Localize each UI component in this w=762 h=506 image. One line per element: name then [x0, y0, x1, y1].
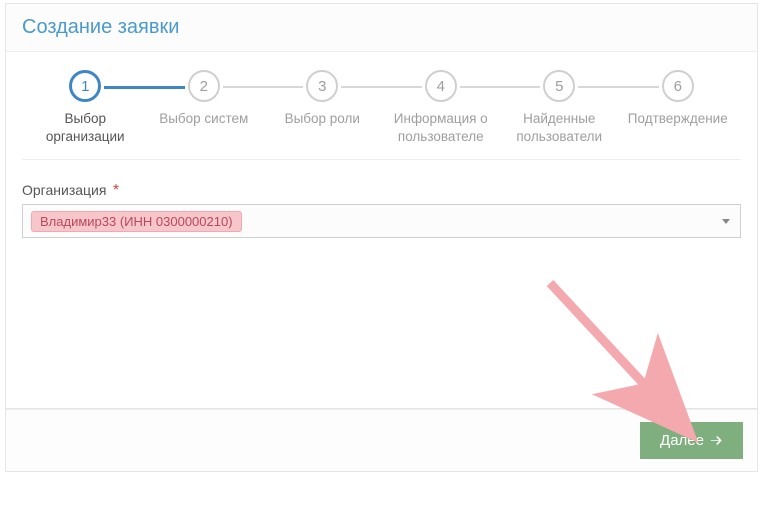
required-mark: * — [113, 182, 119, 199]
step-4[interactable]: 4 Информация о пользователе — [382, 70, 501, 145]
step-6[interactable]: 6 Подтверждение — [619, 70, 738, 128]
next-button[interactable]: Далее — [640, 422, 743, 459]
progress-stepper: 1 Выбор организации 2 Выбор систем 3 Выб… — [22, 62, 741, 160]
step-label: Выбор организации — [30, 110, 140, 145]
form-section: Организация * Владимир33 (ИНН 0300000210… — [22, 160, 741, 238]
org-dropdown[interactable]: Владимир33 (ИНН 0300000210) — [22, 204, 741, 238]
step-label: Выбор роли — [285, 110, 360, 128]
step-circle: 3 — [306, 70, 338, 102]
panel-footer: Далее — [5, 409, 758, 472]
next-button-label: Далее — [660, 432, 704, 449]
step-label: Подтверждение — [628, 110, 728, 128]
chevron-down-icon — [722, 219, 730, 224]
wizard-panel: Создание заявки 1 Выбор организации 2 Вы… — [5, 3, 758, 409]
step-circle: 2 — [188, 70, 220, 102]
step-connector — [578, 86, 659, 88]
step-connector — [223, 86, 304, 88]
step-connector — [341, 86, 422, 88]
step-circle: 4 — [425, 70, 457, 102]
step-connector — [104, 86, 185, 89]
field-label-row: Организация * — [22, 182, 741, 204]
step-circle: 5 — [543, 70, 575, 102]
step-label: Выбор систем — [159, 110, 248, 128]
step-label: Информация о пользователе — [386, 110, 496, 145]
step-connector — [460, 86, 541, 88]
step-2[interactable]: 2 Выбор систем — [145, 70, 264, 128]
step-circle: 6 — [662, 70, 694, 102]
step-label: Найденные пользователи — [504, 110, 614, 145]
step-5[interactable]: 5 Найденные пользователи — [500, 70, 619, 145]
page-title: Создание заявки — [22, 16, 741, 39]
panel-body: 1 Выбор организации 2 Выбор систем 3 Выб… — [6, 52, 757, 408]
panel-header: Создание заявки — [6, 4, 757, 52]
arrow-right-icon — [710, 434, 723, 447]
org-label: Организация — [22, 182, 106, 198]
step-1[interactable]: 1 Выбор организации — [26, 70, 145, 145]
org-selected-chip[interactable]: Владимир33 (ИНН 0300000210) — [31, 211, 242, 232]
step-3[interactable]: 3 Выбор роли — [263, 70, 382, 128]
step-circle: 1 — [69, 70, 101, 102]
